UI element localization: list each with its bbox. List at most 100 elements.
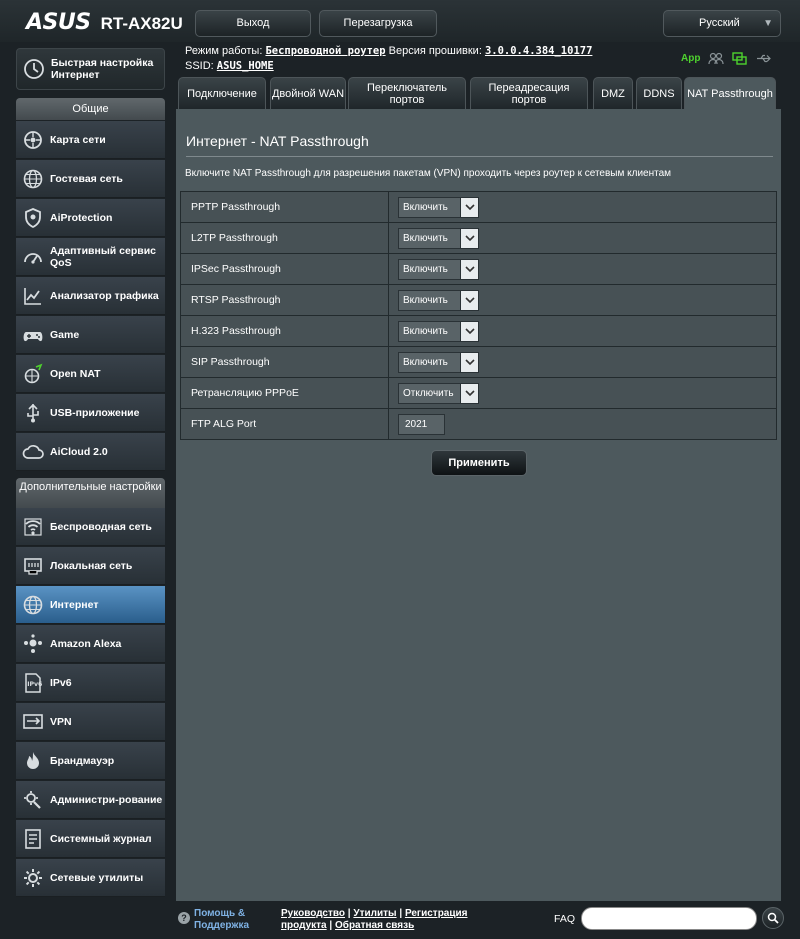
tab-1[interactable]: Подключение <box>178 77 266 109</box>
general-section-header: Общие <box>16 98 165 120</box>
mode-label: Режим работы: <box>185 45 263 57</box>
sidebar-item-карта-сети[interactable]: Карта сети <box>16 121 165 159</box>
search-button[interactable] <box>762 907 784 929</box>
faq-search-input[interactable] <box>581 907 757 930</box>
logo: ASUS RT-AX82U <box>26 10 183 35</box>
shield-icon <box>25 207 41 228</box>
sidebar-item-label: Локальная сеть <box>50 559 133 572</box>
mode-link[interactable]: Беспроводной роутер <box>265 45 385 57</box>
language-select[interactable]: Русский ▼ <box>663 10 781 37</box>
sidebar-item-ipv6[interactable]: IPv6 IPv6 <box>16 664 165 702</box>
internet-status-icon[interactable] <box>732 52 748 65</box>
gamepad-icon <box>23 331 43 341</box>
utilities-link[interactable]: Утилиты <box>353 908 396 919</box>
setting-name: FTP ALG Port <box>180 408 389 440</box>
app-link[interactable]: App <box>681 53 700 64</box>
sidebar-item-aiprotection[interactable]: AiProtection <box>16 199 165 237</box>
setting-value-cell: Включить <box>388 253 777 285</box>
cloud-icon <box>22 444 44 459</box>
gauge-icon <box>24 252 42 264</box>
feedback-link[interactable]: Обратная связь <box>335 920 414 931</box>
firmware-link[interactable]: 3.0.0.4.384_10177 <box>485 45 592 57</box>
help-support-link[interactable]: Помощь & Поддержка <box>194 908 249 932</box>
setting-name: IPSec Passthrough <box>180 253 389 285</box>
table-row: RTSP Passthrough Включить <box>180 284 777 316</box>
select-value: Включить <box>403 356 448 368</box>
alexa-icon <box>24 633 42 653</box>
sidebar-item-label: Game <box>50 328 80 341</box>
select-value: Включить <box>403 232 448 244</box>
firewall-icon <box>27 751 39 769</box>
logout-button[interactable]: Выход <box>195 10 311 37</box>
table-row: SIP Passthrough Включить <box>180 346 777 378</box>
sidebar-item-amazon-alexa[interactable]: Amazon Alexa <box>16 625 165 663</box>
sidebar-item-локальная-сеть[interactable]: Локальная сеть <box>16 547 165 585</box>
setting-select[interactable]: Включить <box>398 351 479 373</box>
setting-select[interactable]: Включить <box>398 320 479 342</box>
setting-select[interactable]: Включить <box>398 196 479 218</box>
chevron-down-icon <box>460 383 478 403</box>
open-nat-icon <box>24 363 43 383</box>
sidebar-item-беспроводная-сеть[interactable]: Беспроводная сеть <box>16 508 165 546</box>
tab-5[interactable]: DMZ <box>593 77 633 109</box>
tab-6[interactable]: DDNS <box>636 77 682 109</box>
ftp-port-input[interactable]: 2021 <box>398 413 445 435</box>
divider <box>186 156 773 157</box>
quick-setup-icon <box>24 59 44 79</box>
network-map-icon <box>24 130 42 149</box>
chevron-down-icon <box>460 259 478 279</box>
reboot-button[interactable]: Перезагрузка <box>319 10 437 37</box>
setting-select[interactable]: Включить <box>398 289 479 311</box>
select-value: Включить <box>403 294 448 306</box>
setting-select[interactable]: Включить <box>398 227 479 249</box>
chevron-down-icon: ▼ <box>763 18 773 29</box>
sidebar-item-vpn[interactable]: VPN <box>16 703 165 741</box>
sidebar-item-администри-рование[interactable]: Администри-рование <box>16 781 165 819</box>
sidebar-item-анализатор-трафика[interactable]: Анализатор трафика <box>16 277 165 315</box>
sidebar-item-label: Сетевые утилиты <box>50 871 144 884</box>
sidebar-item-game[interactable]: Game <box>16 316 165 354</box>
sidebar-item-брандмауэр[interactable]: Брандмауэр <box>16 742 165 780</box>
select-value: Отключить <box>403 387 454 399</box>
sidebar-item-label: Карта сети <box>50 133 106 146</box>
usb-status-icon[interactable] <box>756 52 772 65</box>
chevron-down-icon <box>460 352 478 372</box>
sidebar-item-label: Open NAT <box>50 367 101 380</box>
sidebar-item-aicloud-2-0[interactable]: AiCloud 2.0 <box>16 433 165 471</box>
settings-table: PPTP Passthrough Включить L2TP Passthrough… <box>180 191 777 440</box>
sidebar-item-сетевые-утилиты[interactable]: Сетевые утилиты <box>16 859 165 897</box>
table-row: PPTP Passthrough Включить <box>180 191 777 223</box>
page-title: Интернет - NAT Passthrough <box>186 133 369 149</box>
setting-value-cell: Включить <box>388 346 777 378</box>
sidebar-item-адаптивный-сервис-qos[interactable]: Адаптивный сервис QoS <box>16 238 165 276</box>
sidebar-item-гостевая-сеть[interactable]: Гостевая сеть <box>16 160 165 198</box>
tab-2[interactable]: Двойной WAN <box>270 77 346 109</box>
apply-button[interactable]: Применить <box>431 450 527 476</box>
manual-link[interactable]: Руководство <box>281 908 345 919</box>
setting-select[interactable]: Отключить <box>398 382 479 404</box>
tab-3[interactable]: Переключатель портов <box>348 77 466 109</box>
tab-7[interactable]: NAT Passthrough <box>684 77 776 109</box>
quick-setup-button[interactable]: Быстрая настройка Интернет <box>16 48 165 90</box>
sidebar-item-label: Системный журнал <box>50 832 152 845</box>
vpn-icon <box>23 713 43 729</box>
sidebar-item-usb-приложение[interactable]: USB-приложение <box>16 394 165 432</box>
table-row: L2TP Passthrough Включить <box>180 222 777 254</box>
clients-icon[interactable] <box>708 52 725 65</box>
setting-name: PPTP Passthrough <box>180 191 389 223</box>
sidebar-item-label: Беспроводная сеть <box>50 520 152 533</box>
tab-4[interactable]: Переадресация портов <box>470 77 588 109</box>
setting-value-cell: Включить <box>388 222 777 254</box>
setting-select[interactable]: Включить <box>398 258 479 280</box>
log-icon <box>25 828 41 849</box>
sidebar-item-label: Брандмауэр <box>50 754 115 767</box>
sidebar-item-label: Администри-рование <box>50 793 163 806</box>
sidebar-item-open-nat[interactable]: Open NAT <box>16 355 165 393</box>
ssid-link[interactable]: ASUS_HOME <box>217 60 274 72</box>
sidebar-item-системный-журнал[interactable]: Системный журнал <box>16 820 165 858</box>
setting-value-cell: 2021 <box>388 408 777 440</box>
sidebar-item-интернет[interactable]: Интернет <box>16 586 165 624</box>
svg-text:IPv6: IPv6 <box>27 681 42 688</box>
ipv6-icon: IPv6 <box>25 672 42 693</box>
globe-icon <box>23 595 43 614</box>
